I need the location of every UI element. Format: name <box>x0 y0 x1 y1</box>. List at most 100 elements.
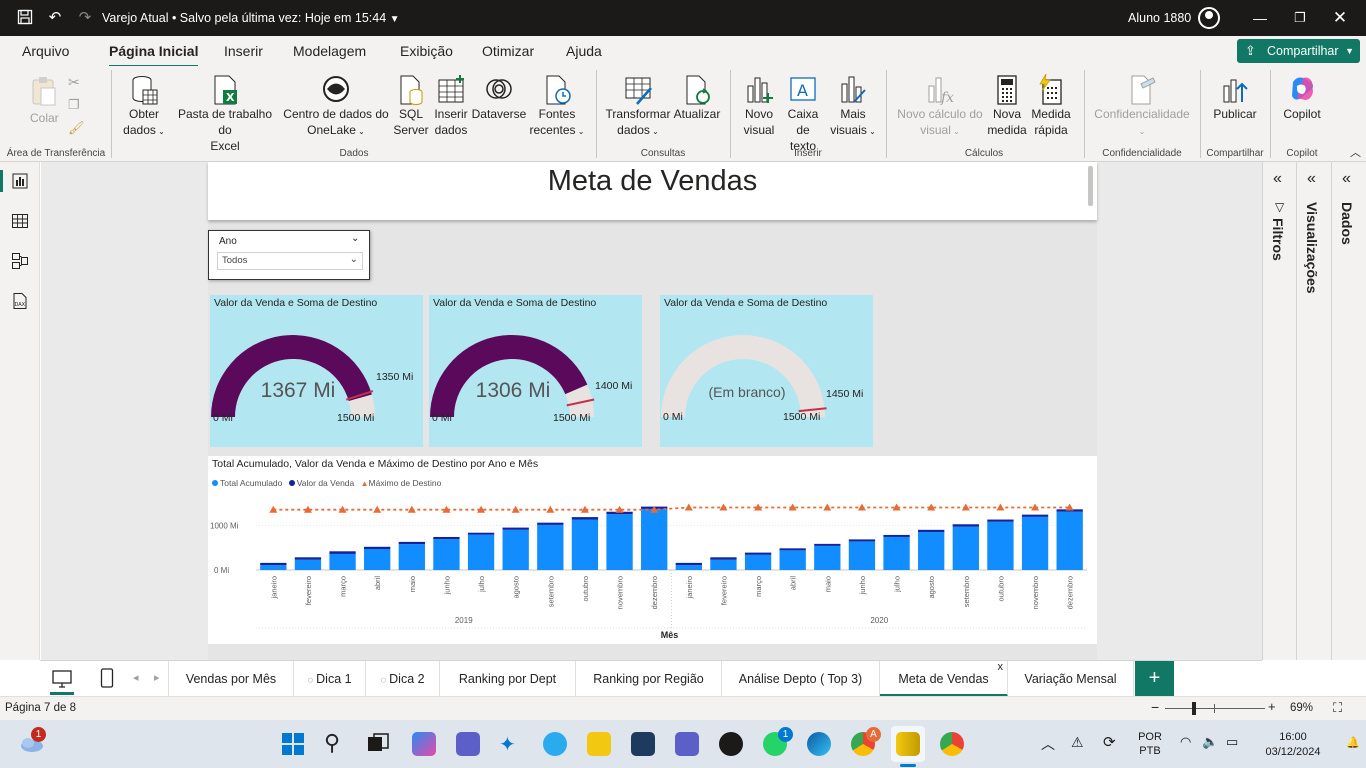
format-painter-icon[interactable]: 🖌 <box>68 120 85 136</box>
minimize-icon[interactable]: — <box>1250 8 1270 28</box>
sql-server-button[interactable]: SQL Server <box>392 74 430 138</box>
tab-exibicao[interactable]: Exibição <box>400 43 453 59</box>
zoom-thumb[interactable] <box>1192 702 1196 715</box>
visualizations-pane[interactable]: « Visualizações <box>1296 162 1331 660</box>
excel-workbook-button[interactable]: X Pasta de trabalho do Excel <box>170 74 280 154</box>
new-visual-button[interactable]: Novo visual <box>738 74 780 138</box>
visual-calculation-button[interactable]: fx Novo cálculo do visual ⌄ <box>894 74 986 140</box>
tab-otimizar[interactable]: Otimizar <box>482 43 534 59</box>
store-icon[interactable] <box>631 732 655 756</box>
notifications-icon[interactable]: 🔔 <box>1346 736 1360 749</box>
new-measure-button[interactable]: Nova medida <box>986 74 1028 138</box>
transform-data-button[interactable]: Transformar dados ⌄ <box>604 74 672 140</box>
clock[interactable]: 16:00 03/12/2024 <box>1258 730 1328 760</box>
chrome-profile-icon[interactable] <box>940 732 964 756</box>
expand-icon[interactable]: « <box>1307 170 1316 188</box>
page-tab[interactable]: Ranking por Região <box>576 661 722 697</box>
dax-query-view-icon[interactable]: DAX <box>11 292 29 310</box>
table-view-icon[interactable] <box>11 212 29 230</box>
avatar[interactable] <box>1198 7 1220 29</box>
page-tab[interactable]: ◌ Dica 2 <box>366 661 440 697</box>
page-tab[interactable]: Ranking por Dept <box>440 661 576 697</box>
telegram-icon[interactable] <box>543 732 567 756</box>
cut-icon[interactable]: ✂ <box>68 74 80 91</box>
tab-ajuda[interactable]: Ajuda <box>566 43 602 59</box>
copilot-app-icon[interactable] <box>412 732 436 756</box>
chevron-down-icon[interactable]: ⌄ <box>351 233 359 244</box>
gauge-card[interactable]: Valor da Venda e Soma de Destino 1367 Mi… <box>210 295 423 447</box>
search-icon[interactable]: ⚲ <box>324 732 348 756</box>
page-tab[interactable]: Análise Depto ( Top 3) <box>722 661 880 697</box>
tab-modelagem[interactable]: Modelagem <box>293 43 366 59</box>
network-alert-icon[interactable]: ⚠ <box>1071 734 1084 751</box>
powerbi-icon[interactable] <box>896 732 920 756</box>
get-data-button[interactable]: Obter dados ⌄ <box>118 74 170 140</box>
gauge-card[interactable]: Valor da Venda e Soma de Destino 1306 Mi… <box>429 295 642 447</box>
enter-data-button[interactable]: Inserir dados <box>432 74 470 138</box>
sensitivity-button[interactable]: Confidencialidade ⌄ <box>1090 74 1194 140</box>
teams-icon[interactable] <box>456 732 480 756</box>
file-explorer-icon[interactable] <box>587 732 611 756</box>
tab-arquivo[interactable]: Arquivo <box>22 43 69 59</box>
volume-icon[interactable]: 🔈 <box>1202 734 1218 750</box>
dataverse-button[interactable]: Dataverse <box>470 74 528 122</box>
close-icon[interactable]: ✕ <box>1330 8 1350 28</box>
show-hidden-icons[interactable]: ︿ <box>1041 734 1055 754</box>
slicer-dropdown[interactable]: Todos ⌄ <box>217 252 363 270</box>
title-scrollbar[interactable] <box>1088 166 1093 206</box>
zoom-out-icon[interactable]: − <box>1151 699 1159 715</box>
zoom-level[interactable]: 69% <box>1290 702 1313 714</box>
teams-work-icon[interactable] <box>675 732 699 756</box>
filters-pane[interactable]: « ▽ Filtros <box>1262 162 1296 660</box>
edge-icon[interactable] <box>807 732 831 756</box>
restore-icon[interactable]: ❐ <box>1290 8 1310 28</box>
page-tab[interactable]: ◌ Dica 1 <box>294 661 366 697</box>
bird-app-icon[interactable]: ✦ <box>499 732 523 756</box>
tab-pagina-inicial[interactable]: Página Inicial <box>109 43 199 68</box>
page-tab-active[interactable]: Meta de Vendas x <box>880 661 1008 697</box>
expand-icon[interactable]: « <box>1342 170 1351 188</box>
data-pane[interactable]: « Dados <box>1331 162 1366 660</box>
save-icon[interactable] <box>16 9 34 27</box>
windows-start-icon[interactable] <box>281 732 305 756</box>
paste-button[interactable]: Colar <box>24 74 64 125</box>
tab-inserir[interactable]: Inserir <box>224 43 263 59</box>
scroll-right-icon[interactable]: ▸ <box>154 671 160 684</box>
gauge-card[interactable]: Valor da Venda e Soma de Destino (Em bra… <box>660 295 873 447</box>
page-tab[interactable]: Variação Mensal <box>1008 661 1134 697</box>
fit-to-page-icon[interactable]: ⛶ <box>1333 700 1342 716</box>
dell-icon[interactable] <box>719 732 743 756</box>
redo-icon[interactable]: ↷ <box>76 9 94 27</box>
publish-button[interactable]: Publicar <box>1208 74 1262 122</box>
copy-icon[interactable]: ❐ <box>68 97 80 113</box>
year-slicer[interactable]: Ano ⌄ Todos ⌄ <box>208 230 370 280</box>
share-button[interactable]: ⇪ Compartilhar ▼ <box>1237 39 1360 63</box>
undo-icon[interactable]: ↶ <box>46 9 64 27</box>
onelake-button[interactable]: Centro de dados do OneLake ⌄ <box>282 74 390 140</box>
wifi-icon[interactable]: ◠ <box>1180 734 1191 750</box>
expand-icon[interactable]: « <box>1273 170 1282 188</box>
refresh-button[interactable]: Atualizar <box>672 74 722 122</box>
desktop-layout-icon[interactable] <box>52 670 72 691</box>
quick-measure-button[interactable]: Medida rápida <box>1028 73 1074 138</box>
report-title[interactable]: Meta de Vendas <box>208 162 1097 220</box>
report-view-icon[interactable] <box>11 172 29 190</box>
task-view-icon[interactable] <box>366 732 390 756</box>
zoom-slider[interactable] <box>1165 708 1265 709</box>
model-view-icon[interactable] <box>11 252 29 270</box>
document-title[interactable]: Varejo Atual • Salvo pela última vez: Ho… <box>102 11 400 25</box>
zoom-in-icon[interactable]: + <box>1268 699 1276 714</box>
sync-icon[interactable]: ⟳ <box>1103 733 1116 751</box>
text-box-button[interactable]: A Caixa de texto <box>780 74 826 154</box>
battery-icon[interactable]: ▭ <box>1226 734 1238 750</box>
combo-chart[interactable]: Total Acumulado, Valor da Venda e Máximo… <box>208 456 1097 644</box>
language-indicator[interactable]: POR PTB <box>1136 730 1164 758</box>
mobile-layout-icon[interactable] <box>100 668 114 691</box>
add-page-button[interactable]: + <box>1135 661 1174 697</box>
close-tab-icon[interactable]: x <box>998 649 1004 685</box>
copilot-button[interactable]: Copilot <box>1278 74 1326 122</box>
more-visuals-button[interactable]: Mais visuais ⌄ <box>826 74 880 140</box>
page-tab[interactable]: Vendas por Mês <box>168 661 294 697</box>
recent-sources-button[interactable]: Fontes recentes ⌄ <box>528 74 586 140</box>
collapse-ribbon-icon[interactable]: ︿ <box>1350 144 1361 160</box>
